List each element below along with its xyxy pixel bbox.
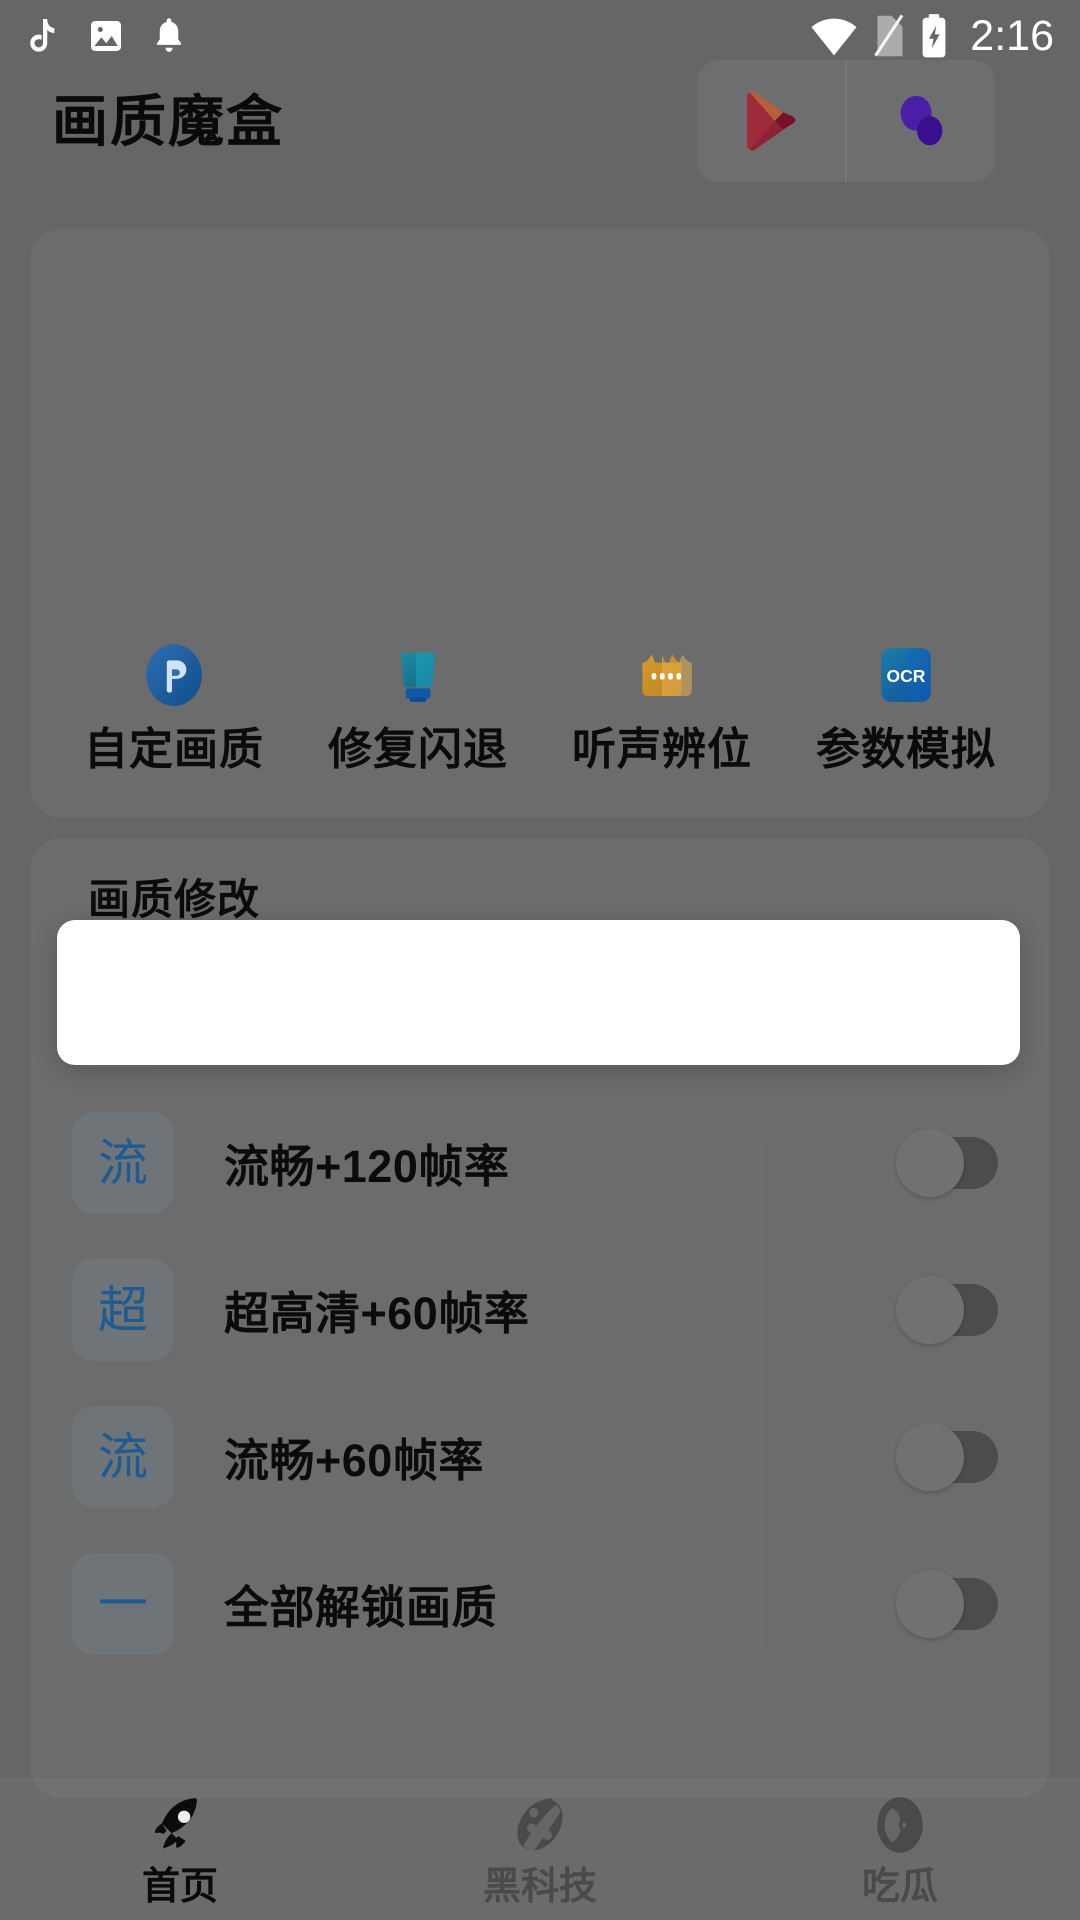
row-badge: 一 — [72, 1552, 174, 1655]
bell-icon — [156, 18, 182, 52]
row-badge-text: 一 — [98, 1575, 148, 1632]
play-store-icon — [747, 91, 796, 151]
row-badge: 流 — [72, 1111, 174, 1214]
image-icon — [91, 21, 121, 51]
ocr-params-icon: OCR — [881, 648, 931, 702]
toggle-knob — [896, 1128, 964, 1197]
table-row[interactable]: 超 超高清+60帧率 — [30, 1236, 1050, 1383]
page-title: 画质魔盒 — [52, 90, 284, 153]
toggle-knob — [896, 1569, 964, 1638]
shortcut-fix-crash[interactable]: 修复闪退 — [313, 642, 523, 772]
row-toggle[interactable] — [896, 1128, 998, 1197]
row-badge-text: 流 — [98, 1428, 148, 1485]
svg-text:OCR: OCR — [887, 666, 926, 686]
status-bar-clock: 2:16 — [970, 11, 1054, 60]
shortcut-custom-quality[interactable]: 自定画质 — [69, 642, 279, 772]
row-label: 超高清+60帧率 — [224, 1288, 530, 1339]
sim-card-off-icon — [874, 14, 904, 57]
nav-label: 黑科技 — [482, 1866, 597, 1908]
shortcut-label: 修复闪退 — [328, 725, 508, 774]
row-toggle[interactable] — [896, 1275, 998, 1344]
shortcut-sound-locate[interactable]: 听声辨位 — [557, 642, 767, 772]
rocket-icon — [154, 1798, 197, 1849]
row-toggle[interactable] — [896, 1422, 998, 1491]
shortcut-ocr-params[interactable]: OCR 参数模拟 — [801, 642, 1011, 772]
nav-item-blackteach[interactable]: 黑科技 — [360, 1792, 720, 1906]
table-row[interactable]: 流 流畅+120帧率 — [30, 1089, 1050, 1236]
shortcut-card: 自定画质 修复闪退 听声辨位 OCR 参数模拟 — [30, 228, 1050, 818]
toggle-knob — [896, 1422, 964, 1491]
row-badge-text: 流 — [98, 1134, 148, 1191]
shortcut-label: 听声辨位 — [572, 725, 752, 774]
toggle-knob — [896, 1275, 964, 1344]
shortcut-label: 自定画质 — [84, 725, 264, 774]
app-header: 画质魔盒 — [0, 60, 1080, 184]
shortcut-label: 参数模拟 — [816, 725, 996, 774]
battery-charging-icon — [922, 14, 946, 58]
palette-icon — [517, 1798, 563, 1851]
fix-crash-icon — [400, 652, 436, 702]
status-bar-right-icons: 2:16 — [810, 13, 1054, 59]
lens-icon — [877, 1797, 923, 1853]
nav-label: 首页 — [141, 1866, 218, 1908]
purple-dots-icon — [900, 95, 943, 146]
row-label: 流畅+120帧率 — [224, 1141, 510, 1192]
status-bar-left-icons — [26, 16, 186, 56]
row-label: 流畅+60帧率 — [224, 1435, 484, 1486]
row-toggle[interactable] — [896, 1569, 998, 1638]
nav-label: 吃瓜 — [861, 1866, 938, 1908]
modal-dialog[interactable] — [57, 920, 1020, 1065]
custom-quality-icon — [146, 644, 202, 706]
row-label: 全部解锁画质 — [224, 1582, 498, 1633]
purple-dots-button[interactable] — [847, 60, 995, 182]
music-note-icon — [30, 19, 55, 52]
row-badge: 超 — [72, 1258, 174, 1361]
row-badge-text: 超 — [98, 1281, 148, 1338]
play-store-button[interactable] — [697, 60, 845, 182]
table-row[interactable]: 流 流畅+60帧率 — [30, 1383, 1050, 1530]
row-badge: 流 — [72, 1405, 174, 1508]
bottom-navigation: 首页 黑科技 吃瓜 — [0, 1778, 1080, 1920]
sound-locate-icon — [642, 654, 692, 697]
wifi-icon — [811, 18, 857, 56]
nav-item-gossip[interactable]: 吃瓜 — [720, 1792, 1080, 1906]
app-root: 2:16 画质魔盒 自定画质 修复闪退 听声辨位 OCR 参数模拟 画质修改 流… — [0, 0, 1080, 1920]
nav-item-home[interactable]: 首页 — [0, 1792, 360, 1906]
shortcut-row: 自定画质 修复闪退 听声辨位 OCR 参数模拟 — [30, 642, 1050, 772]
section-title: 画质修改 — [88, 876, 261, 923]
table-row[interactable]: 一 全部解锁画质 — [30, 1530, 1050, 1677]
header-action-group — [697, 60, 995, 182]
